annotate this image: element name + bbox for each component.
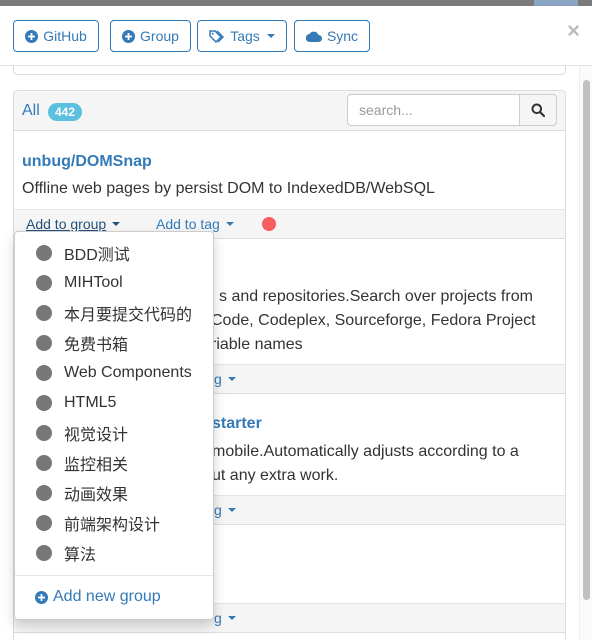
add-to-tag-label: Add to tag: [156, 216, 220, 232]
group-dot-icon: [36, 515, 52, 531]
chevron-down-icon: [227, 377, 236, 381]
add-new-group-button[interactable]: Add new group: [35, 588, 161, 606]
chevron-down-icon: [227, 508, 236, 512]
cloud-icon: [305, 31, 322, 42]
close-icon[interactable]: ×: [567, 20, 580, 42]
group-menu-item-label: HTML5: [64, 394, 117, 411]
group-menu-item-label: 算法: [64, 547, 97, 564]
scrollbar-track[interactable]: [579, 66, 592, 640]
group-dot-icon: [36, 275, 52, 291]
add-to-tag-dropdown[interactable]: g: [214, 610, 236, 626]
modal-header: GitHub Group Tags Sync ×: [0, 6, 592, 66]
repo-title-link[interactable]: unbug/DOMSnap: [22, 153, 152, 171]
repo-description-line: ut any extra work.: [212, 467, 339, 484]
group-dot-icon: [36, 305, 52, 321]
group-menu-item[interactable]: Web Components: [15, 358, 213, 388]
group-dropdown-menu: BDD测试 MIHTool 本月要提交代码的 免费书箱 Web Componen…: [14, 231, 214, 620]
menu-divider: [15, 575, 213, 576]
sync-button-label: Sync: [326, 28, 359, 44]
group-menu-item-label: 视觉设计: [64, 427, 129, 444]
group-dot-icon: [36, 365, 52, 381]
status-dot: [262, 217, 276, 231]
group-dot-icon: [36, 425, 52, 441]
search-button[interactable]: [519, 94, 557, 126]
group-dot-icon: [36, 485, 52, 501]
group-menu-item[interactable]: 免费书箱: [15, 328, 213, 358]
group-menu-item-label: BDD测试: [64, 247, 130, 264]
chevron-down-icon: [266, 34, 275, 38]
group-menu-item[interactable]: 视觉设计: [15, 418, 213, 448]
group-menu-item-label: 前端架构设计: [64, 517, 161, 534]
repo-description-line: mobile.Automatically adjusts according t…: [212, 443, 519, 460]
group-menu-item-label: MIHTool: [64, 274, 123, 291]
tags-icon: [209, 29, 225, 43]
repo-title-link[interactable]: starter: [212, 415, 262, 433]
previous-panel-edge: [13, 66, 566, 75]
group-menu-item[interactable]: 动画效果: [15, 478, 213, 508]
add-to-group-label: Add to group: [26, 216, 107, 232]
group-menu-item-label: 本月要提交代码的: [64, 307, 193, 324]
search-input[interactable]: [347, 94, 520, 126]
tags-button[interactable]: Tags: [197, 20, 287, 52]
all-filter-link[interactable]: All: [22, 102, 40, 120]
chevron-down-icon: [227, 616, 236, 620]
add-to-tag-dropdown[interactable]: g: [214, 502, 236, 518]
tags-button-label: Tags: [230, 28, 260, 44]
group-menu-item-label: Web Components: [64, 364, 192, 381]
repo-description-line: riable names: [211, 336, 303, 353]
group-menu-item[interactable]: 前端架构设计: [15, 508, 213, 538]
group-dot-icon: [36, 335, 52, 351]
group-dot-icon: [36, 245, 52, 261]
group-dot-icon: [36, 395, 52, 411]
group-menu-item-label: 动画效果: [64, 487, 129, 504]
group-menu-item[interactable]: 本月要提交代码的: [15, 298, 213, 328]
repo-list-header: All 442: [14, 91, 565, 131]
group-button[interactable]: Group: [110, 20, 191, 52]
chevron-down-icon: [112, 222, 121, 226]
github-button-label: GitHub: [43, 28, 87, 44]
add-to-group-dropdown[interactable]: Add to group: [26, 216, 121, 232]
github-button[interactable]: GitHub: [13, 20, 99, 52]
add-to-tag-label: g: [214, 502, 222, 518]
sync-button[interactable]: Sync: [294, 20, 370, 52]
group-dot-icon: [36, 545, 52, 561]
group-dot-icon: [36, 455, 52, 471]
repo-description: Offline web pages by persist DOM to Inde…: [22, 180, 435, 197]
add-to-tag-dropdown[interactable]: g: [214, 371, 236, 387]
search-icon: [531, 103, 545, 117]
chevron-down-icon: [225, 222, 234, 226]
add-new-group-label: Add new group: [53, 588, 161, 605]
group-menu-item-label: 免费书箱: [64, 337, 129, 354]
repo-description-line: Code, Codeplex, Sourceforge, Fedora Proj…: [211, 312, 536, 329]
group-menu-item[interactable]: 监控相关: [15, 448, 213, 478]
repo-count-badge: 442: [48, 103, 83, 121]
add-to-tag-label: g: [214, 371, 222, 387]
add-to-tag-dropdown[interactable]: Add to tag: [156, 216, 234, 232]
group-menu-item[interactable]: HTML5: [15, 388, 213, 418]
plus-circle-icon: [25, 29, 39, 43]
repo-description-line: s and repositories.Search over projects …: [219, 288, 533, 305]
group-menu-item[interactable]: MIHTool: [15, 268, 213, 298]
add-to-tag-label: g: [214, 610, 222, 626]
group-menu-item[interactable]: 算法: [15, 538, 213, 568]
group-button-label: Group: [140, 28, 179, 44]
plus-circle-icon: [35, 590, 48, 604]
group-menu-item[interactable]: BDD测试: [15, 238, 213, 268]
plus-circle-icon: [122, 29, 136, 43]
scrollbar-thumb[interactable]: [583, 80, 590, 600]
group-menu-item-label: 监控相关: [64, 457, 129, 474]
